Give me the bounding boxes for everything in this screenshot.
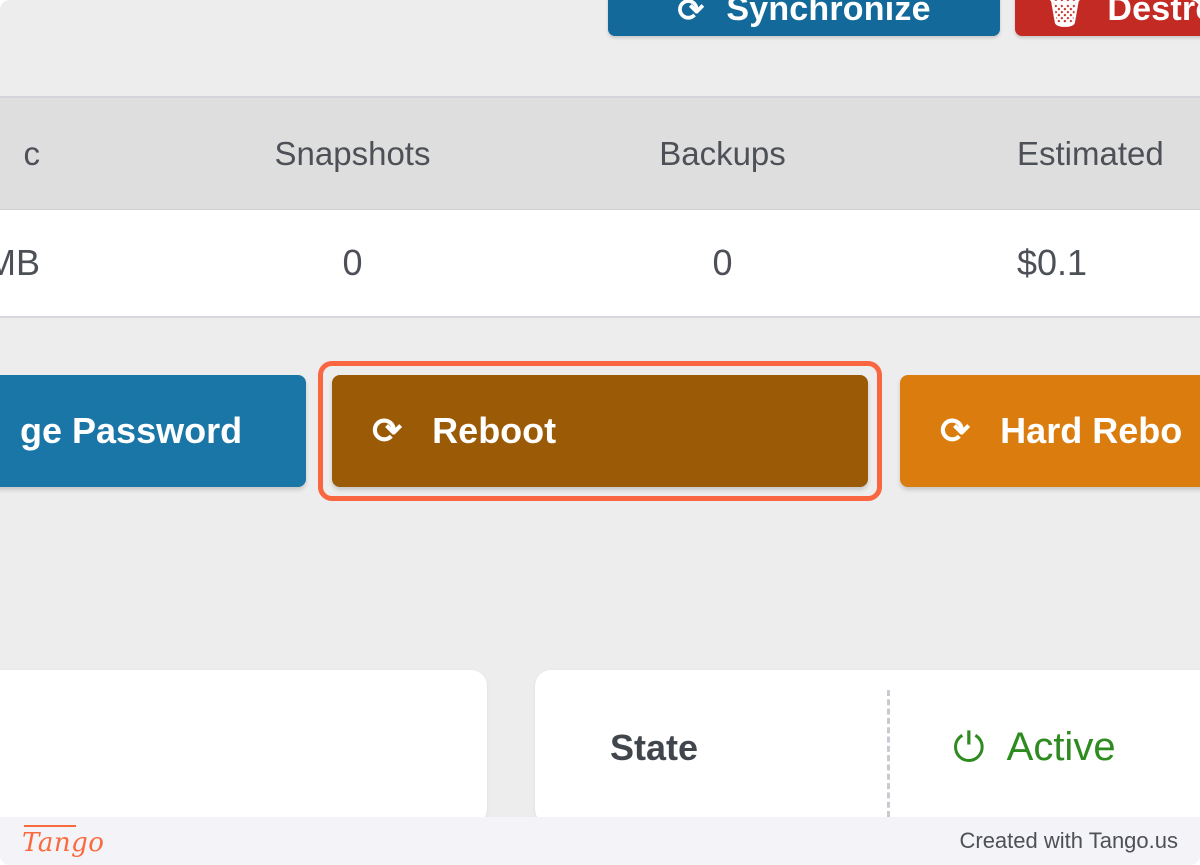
refresh-icon: ⟳ [677, 0, 705, 28]
hard-reboot-button[interactable]: ⟳ Hard Rebo [900, 375, 1200, 487]
table-cell-traffic: MB [0, 242, 40, 283]
info-card-left [0, 670, 487, 825]
trash-icon: 🗑 [1044, 0, 1086, 28]
table-cell-snapshots: 0 [342, 242, 363, 283]
reboot-button-label: Reboot [432, 410, 557, 451]
change-password-button[interactable]: ge Password [0, 375, 306, 487]
state-value-label: Active [1006, 725, 1116, 769]
tango-logo: Tango [22, 824, 104, 858]
destroy-button[interactable]: 🗑 Destroy [1015, 0, 1200, 36]
power-icon: ⏻ [953, 725, 985, 770]
table-header-backups: Backups [659, 134, 786, 172]
server-control-buttons: ge Password ⟳ Reboot ⟳ Hard Rebo [0, 361, 1200, 501]
table-row: MB 0 0 $0.1 [0, 210, 1200, 318]
refresh-icon: ⟳ [940, 410, 971, 451]
refresh-icon: ⟳ [372, 410, 403, 451]
reboot-button[interactable]: ⟳ Reboot [332, 375, 868, 487]
tango-footer: Tango Created with Tango.us [0, 817, 1200, 865]
table-cell-estimated: $0.1 [1017, 242, 1088, 283]
state-value: ⏻ Active [953, 725, 1116, 770]
synchronize-button[interactable]: ⟳ Synchronize [608, 0, 1000, 36]
table-header-traffic: c [23, 134, 41, 172]
table-cell-backups: 0 [712, 242, 733, 283]
footer-note: Created with Tango.us [959, 828, 1178, 853]
state-label: State [610, 726, 699, 768]
state-row: State ⏻ Active [535, 670, 1200, 825]
info-card-state: State ⏻ Active [535, 670, 1200, 825]
hard-reboot-button-label: Hard Rebo [1000, 410, 1183, 451]
synchronize-button-label: Synchronize [726, 0, 931, 28]
server-summary-table: c Snapshots Backups Estimated MB 0 0 $0.… [0, 96, 1200, 318]
vertical-dashed-divider [887, 690, 890, 817]
change-password-button-label: ge Password [20, 410, 243, 451]
top-action-bar: ⟳ Synchronize 🗑 Destroy [0, 0, 1200, 96]
destroy-button-label: Destroy [1107, 0, 1200, 28]
table-header-snapshots: Snapshots [274, 134, 431, 172]
table-header-row: c Snapshots Backups Estimated [0, 96, 1200, 210]
table-header-estimated: Estimated [1017, 134, 1164, 172]
screenshot-root: ⟳ Synchronize 🗑 Destroy c Snapshots Back… [0, 0, 1200, 865]
